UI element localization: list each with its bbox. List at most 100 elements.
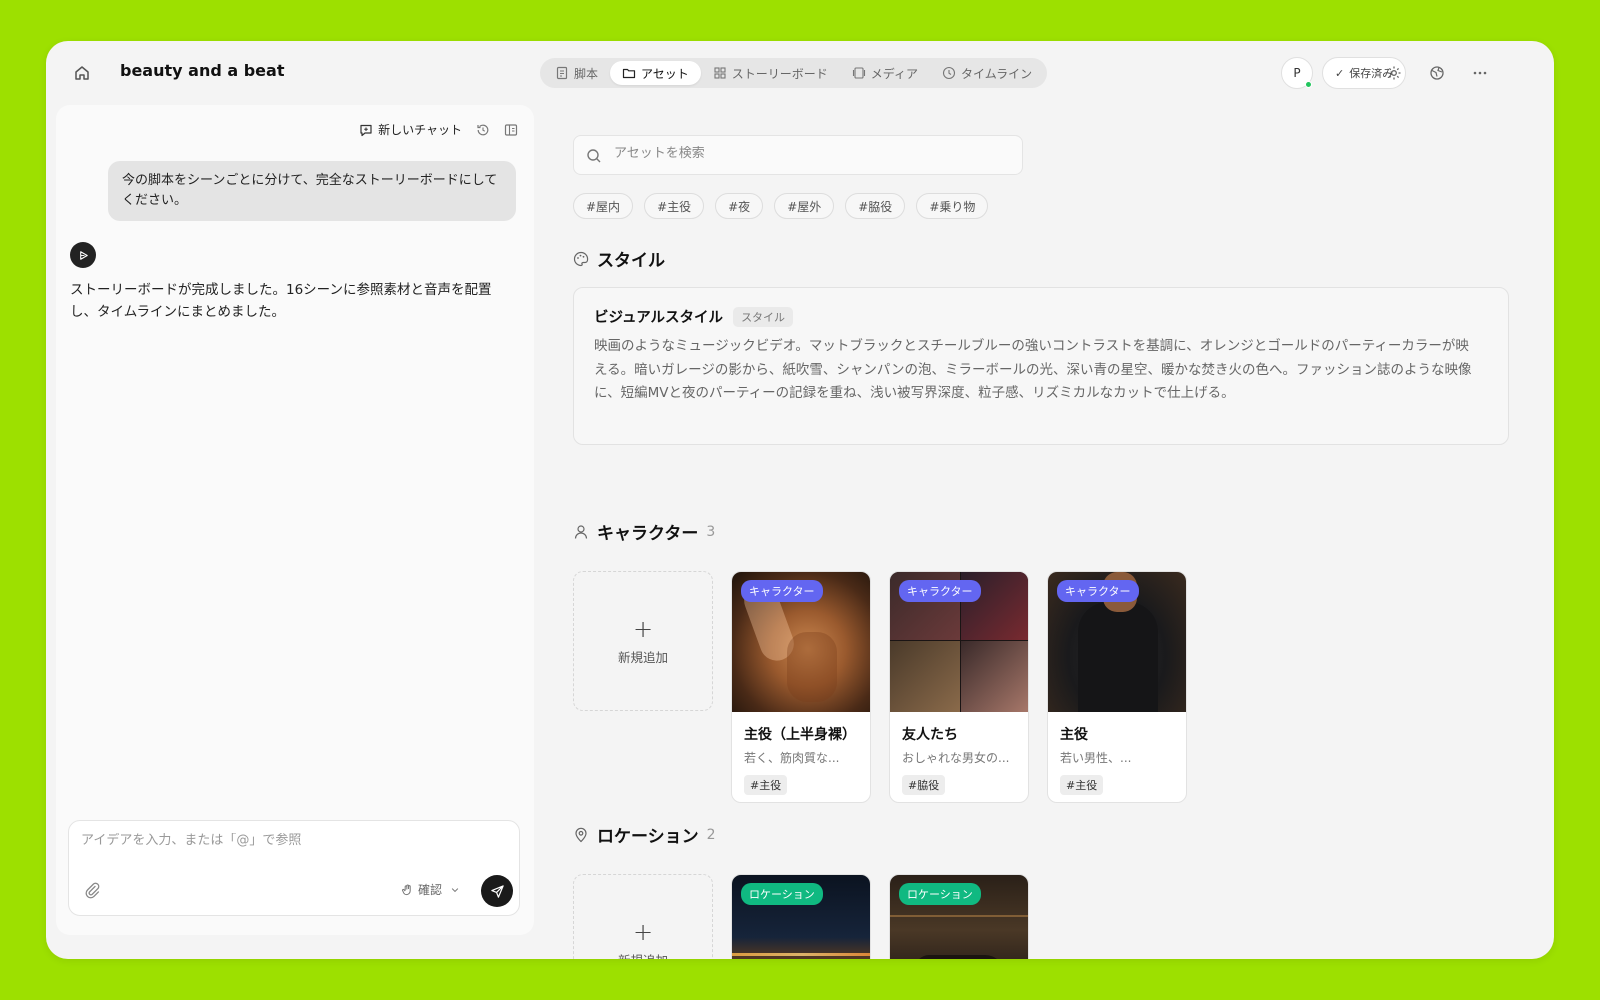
clock-icon <box>942 66 956 80</box>
tab-label: ストーリーボード <box>731 66 828 81</box>
character-card-list: + 新規追加 キャラクター 主役（上半身裸） 若く、筋肉質な... #主役 キャ… <box>573 571 1187 803</box>
top-bar: beauty and a beat 脚本 アセット ストーリーボード メディア … <box>46 41 1554 105</box>
type-badge: ロケーション <box>741 883 823 905</box>
tab-assets[interactable]: アセット <box>610 61 701 85</box>
tab-timeline[interactable]: タイムライン <box>930 61 1044 85</box>
user-avatar[interactable]: P <box>1281 57 1313 89</box>
new-chat-label: 新しいチャット <box>378 123 462 137</box>
paperclip-icon[interactable] <box>83 881 101 899</box>
search-icon <box>587 149 601 163</box>
send-icon <box>490 884 504 898</box>
settings-gear-icon[interactable] <box>1384 63 1404 83</box>
home-icon[interactable] <box>72 63 92 83</box>
asset-description: おしゃれな男女の... <box>902 751 1010 765</box>
media-icon <box>852 67 865 79</box>
asset-tag: #主役 <box>1060 775 1104 795</box>
asset-description: 若く、筋肉質な... <box>744 751 840 765</box>
view-tabs: 脚本 アセット ストーリーボード メディア タイムライン <box>540 58 1048 88</box>
send-button[interactable] <box>481 875 513 907</box>
character-count: 3 <box>706 523 716 540</box>
character-section-header: キャラクター 3 <box>573 519 715 544</box>
tab-storyboard[interactable]: ストーリーボード <box>701 61 840 85</box>
character-thumbnail: キャラクター <box>890 572 1028 712</box>
tab-label: アセット <box>641 66 689 81</box>
asset-name: 主役（上半身裸） <box>744 727 856 743</box>
chat-composer: 確認 <box>68 820 520 916</box>
mode-label: 確認 <box>418 883 443 897</box>
location-card-list: + 新規追加 ロケーション ロケーション <box>573 874 1029 959</box>
style-section-title: スタイル <box>597 251 665 271</box>
tag-filter[interactable]: #主役 <box>644 193 705 219</box>
location-thumbnail <box>890 915 1028 917</box>
type-badge: キャラクター <box>899 580 981 602</box>
asset-name: 友人たち <box>902 727 958 743</box>
character-card[interactable]: キャラクター 主役（上半身裸） 若く、筋肉質な... #主役 <box>731 571 871 803</box>
add-label: 新規追加 <box>617 649 668 665</box>
more-options-icon[interactable] <box>1470 63 1490 83</box>
asset-tag: #脇役 <box>902 775 946 795</box>
tag-filter[interactable]: #脇役 <box>845 193 906 219</box>
character-thumbnail: キャラクター <box>732 572 870 712</box>
asset-search-input[interactable] <box>614 146 1004 161</box>
mode-selector[interactable]: 確認 <box>401 881 460 898</box>
panel-toggle-icon[interactable] <box>504 123 518 137</box>
tab-script[interactable]: 脚本 <box>543 61 610 85</box>
new-chat-icon <box>360 124 372 136</box>
character-card[interactable]: キャラクター 主役 若い男性、... #主役 <box>1047 571 1187 803</box>
chat-panel: 新しいチャット 今の脚本をシーンごとに分けて、完全なストーリーボードにしてくださ… <box>56 105 534 935</box>
location-card[interactable]: ロケーション <box>889 874 1029 959</box>
assistant-avatar-icon <box>70 242 96 268</box>
asset-tag: #主役 <box>744 775 788 795</box>
tab-label: メディア <box>870 66 918 81</box>
character-thumbnail: キャラクター <box>1048 572 1186 712</box>
style-card-description: 映画のようなミュージックビデオ。マットブラックとスチールブルーの強いコントラスト… <box>594 338 1472 401</box>
palette-icon <box>573 251 589 266</box>
location-thumbnail <box>732 953 870 956</box>
add-label: 新規追加 <box>618 950 668 960</box>
style-card-name: ビジュアルスタイル <box>594 310 724 326</box>
map-pin-icon <box>575 827 587 842</box>
user-message-bubble: 今の脚本をシーンごとに分けて、完全なストーリーボードにしてください。 <box>108 161 516 221</box>
globe-icon[interactable] <box>1427 63 1447 83</box>
assets-panel: #屋内 #主役 #夜 #屋外 #脇役 #乗り物 スタイル ビジュアルスタイル ス… <box>573 105 1533 959</box>
person-icon <box>574 524 588 539</box>
online-status-dot <box>1305 81 1312 88</box>
tag-filter[interactable]: #乗り物 <box>916 193 989 219</box>
add-location-button[interactable]: + 新規追加 <box>573 874 713 959</box>
plus-icon: + <box>632 614 654 643</box>
visual-style-card[interactable]: ビジュアルスタイル スタイル 映画のようなミュージックビデオ。マットブラックとス… <box>573 287 1509 445</box>
app-window: beauty and a beat 脚本 アセット ストーリーボード メディア … <box>46 41 1554 959</box>
character-card[interactable]: キャラクター 友人たち おしゃれな男女の... #脇役 <box>889 571 1029 803</box>
location-section-title: ロケーション <box>597 827 699 847</box>
tag-filter[interactable]: #屋外 <box>774 193 835 219</box>
asset-search <box>573 135 1023 175</box>
check-icon: ✓ <box>1335 66 1345 80</box>
tab-label: 脚本 <box>574 66 599 81</box>
assistant-message: ストーリーボードが完成しました。16シーンに参照素材と音声を配置し、タイムライン… <box>70 282 492 320</box>
folder-icon <box>622 68 636 79</box>
chat-toolbar: 新しいチャット <box>359 121 518 138</box>
asset-name: 主役 <box>1060 727 1088 743</box>
history-icon[interactable] <box>476 123 490 137</box>
type-badge: ロケーション <box>899 883 981 905</box>
tag-filter[interactable]: #夜 <box>715 193 764 219</box>
project-title: beauty and a beat <box>120 61 285 80</box>
tab-label: タイムライン <box>960 66 1033 81</box>
tag-filter[interactable]: #屋内 <box>573 193 634 219</box>
location-card[interactable]: ロケーション <box>731 874 871 959</box>
chat-input[interactable] <box>81 833 501 848</box>
tab-media[interactable]: メディア <box>840 61 930 85</box>
type-badge: キャラクター <box>741 580 823 602</box>
hand-icon <box>402 884 411 896</box>
style-section-header: スタイル <box>573 246 665 271</box>
type-badge: キャラクター <box>1057 580 1139 602</box>
avatar-initial: P <box>1293 66 1301 80</box>
location-count: 2 <box>706 826 716 843</box>
location-section-header: ロケーション 2 <box>573 822 716 847</box>
add-character-button[interactable]: + 新規追加 <box>573 571 713 711</box>
chevron-down-icon <box>451 887 459 892</box>
grid-icon <box>714 67 726 79</box>
new-chat-button[interactable]: 新しいチャット <box>359 121 462 138</box>
tag-filter-list: #屋内 #主役 #夜 #屋外 #脇役 #乗り物 <box>573 193 989 219</box>
asset-description: 若い男性、... <box>1060 751 1132 765</box>
